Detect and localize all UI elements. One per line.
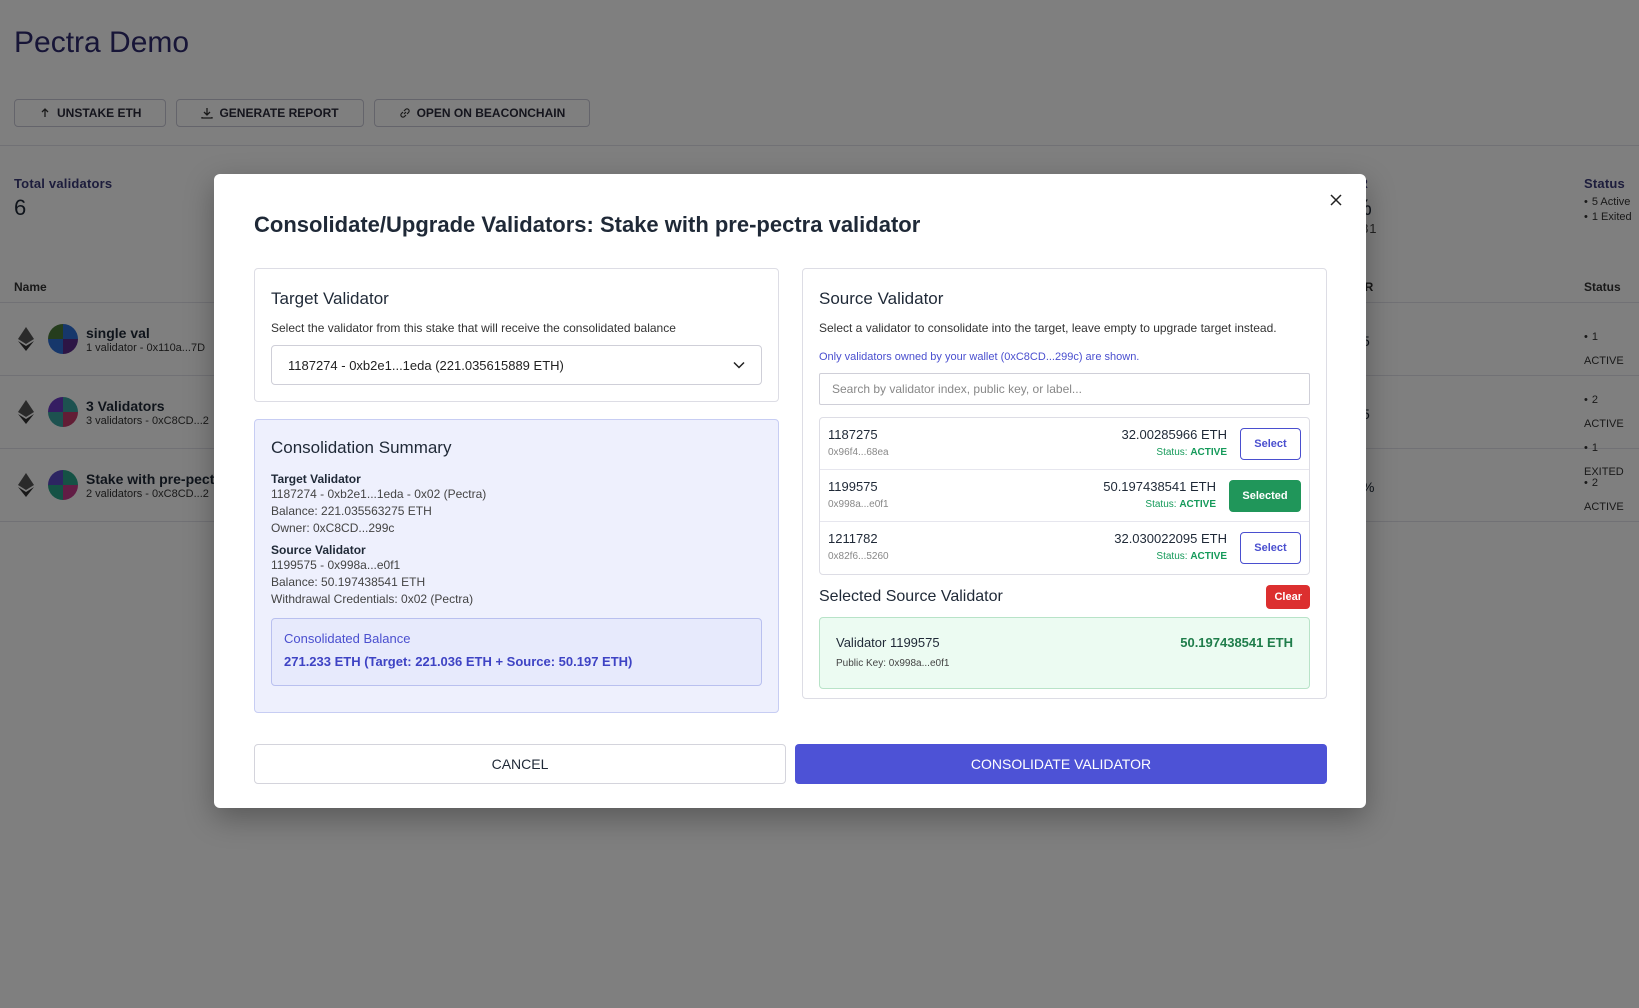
list-item[interactable]: 1187275 0x96f4...68ea 32.00285966 ETH St… (820, 418, 1309, 470)
select-button[interactable]: Select (1240, 532, 1301, 564)
summary-line: 1199575 - 0x998a...e0f1 (271, 558, 401, 572)
summary-line: 1187274 - 0xb2e1...1eda - 0x02 (Pectra) (271, 487, 487, 501)
consolidated-balance-box: Consolidated Balance 271.233 ETH (Target… (271, 618, 762, 686)
target-description: Select the validator from this stake tha… (271, 321, 676, 335)
consolidate-validator-button[interactable]: CONSOLIDATE VALIDATOR (795, 744, 1327, 784)
selected-validator-name: Validator 1199575 (836, 635, 940, 650)
validator-search-input[interactable] (819, 373, 1310, 405)
summary-line: Balance: 221.035563275 ETH (271, 504, 432, 518)
validator-balance: 50.197438541 ETH (1103, 479, 1216, 494)
validator-index: 1211782 (828, 531, 878, 546)
source-note: Only validators owned by your wallet (0x… (819, 351, 1140, 363)
source-validator-card: Source Validator Select a validator to c… (802, 268, 1327, 699)
status-value: ACTIVE (1190, 447, 1227, 458)
status-value: ACTIVE (1179, 499, 1216, 510)
summary-line: Balance: 50.197438541 ETH (271, 575, 426, 589)
close-icon (1330, 194, 1342, 206)
selected-validator-pubkey: Public Key: 0x998a...e0f1 (836, 658, 950, 669)
validator-balance: 32.00285966 ETH (1121, 427, 1227, 442)
validator-status: Status: ACTIVE (1156, 551, 1227, 562)
target-validator-select[interactable]: 1187274 - 0xb2e1...1eda (221.035615889 E… (271, 345, 762, 385)
status-prefix: Status: (1156, 447, 1188, 458)
validator-index: 1187275 (828, 427, 878, 442)
status-prefix: Status: (1156, 551, 1188, 562)
consolidation-summary-card: Consolidation Summary Target Validator 1… (254, 419, 779, 713)
consolidated-balance-value: 271.233 ETH (Target: 221.036 ETH + Sourc… (284, 654, 633, 669)
chevron-down-icon (733, 361, 745, 369)
list-item[interactable]: 1199575 0x998a...e0f1 50.197438541 ETH S… (820, 470, 1309, 522)
target-selected-value: 1187274 - 0xb2e1...1eda (221.035615889 E… (288, 357, 564, 373)
summary-title: Consolidation Summary (271, 438, 452, 457)
summary-line: Owner: 0xC8CD...299c (271, 521, 395, 535)
consolidated-balance-label: Consolidated Balance (284, 631, 411, 646)
summary-line: Withdrawal Credentials: 0x02 (Pectra) (271, 592, 474, 606)
selected-button[interactable]: Selected (1229, 480, 1301, 512)
selected-source-header: Selected Source Validator Clear (819, 585, 1310, 609)
summary-target-heading: Target Validator (271, 472, 361, 486)
validator-pubkey: 0x96f4...68ea (828, 447, 889, 458)
validator-index: 1199575 (828, 479, 878, 494)
source-title: Source Validator (819, 289, 944, 308)
validator-pubkey: 0x998a...e0f1 (828, 499, 889, 510)
select-button[interactable]: Select (1240, 428, 1301, 460)
list-item[interactable]: 1211782 0x82f6...5260 32.030022095 ETH S… (820, 522, 1309, 574)
clear-button[interactable]: Clear (1266, 585, 1310, 609)
validator-pubkey: 0x82f6...5260 (828, 551, 889, 562)
cancel-button[interactable]: CANCEL (254, 744, 786, 784)
summary-source-heading: Source Validator (271, 543, 366, 557)
validator-list: 1187275 0x96f4...68ea 32.00285966 ETH St… (819, 417, 1310, 575)
source-description: Select a validator to consolidate into t… (819, 321, 1277, 335)
status-prefix: Status: (1145, 499, 1177, 510)
validator-balance: 32.030022095 ETH (1114, 531, 1227, 546)
selected-validator-balance: 50.197438541 ETH (1180, 635, 1293, 650)
modal-title: Consolidate/Upgrade Validators: Stake wi… (254, 212, 921, 237)
close-button[interactable] (1324, 188, 1348, 212)
target-title: Target Validator (271, 289, 389, 308)
selected-source-box: Validator 1199575 Public Key: 0x998a...e… (819, 617, 1310, 689)
selected-source-title: Selected Source Validator (819, 588, 1003, 605)
status-value: ACTIVE (1190, 551, 1227, 562)
target-validator-card: Target Validator Select the validator fr… (254, 268, 779, 402)
consolidate-modal: Consolidate/Upgrade Validators: Stake wi… (214, 174, 1366, 808)
validator-status: Status: ACTIVE (1156, 447, 1227, 458)
validator-status: Status: ACTIVE (1145, 499, 1216, 510)
